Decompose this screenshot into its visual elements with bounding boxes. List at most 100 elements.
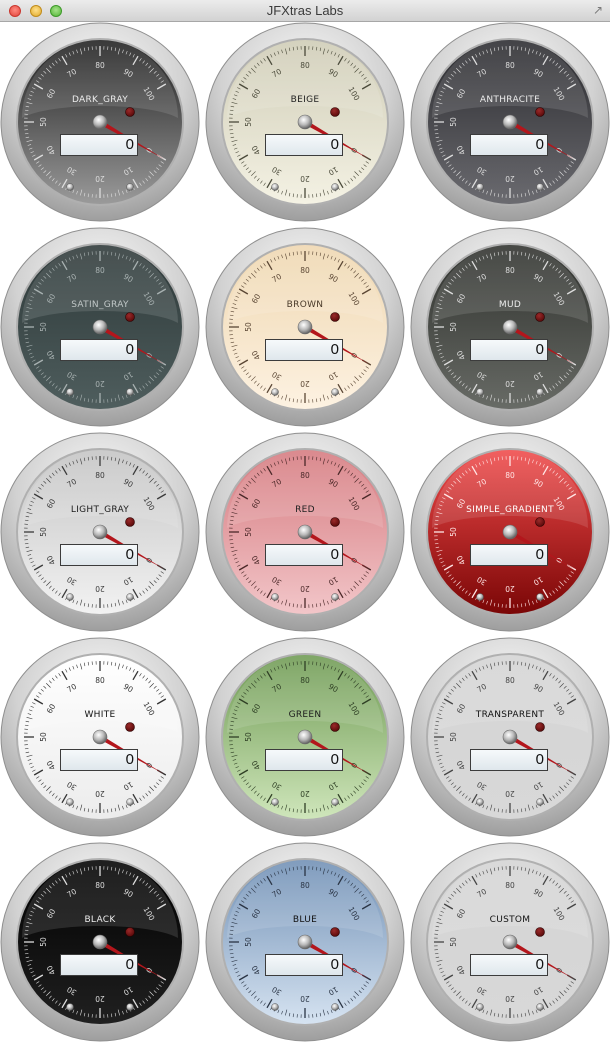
led-indicator bbox=[330, 722, 340, 732]
gauge-grid: 0102030405060708090100 DARK_GRAY 0 01020304… bbox=[0, 22, 610, 1046]
tick-label: 80 bbox=[95, 471, 105, 480]
tick-label: 20 bbox=[505, 379, 515, 388]
gauge-blue: 0102030405060708090100BLUE0 bbox=[205, 842, 405, 1042]
screw-icon bbox=[126, 1003, 134, 1011]
tick-label: 20 bbox=[95, 584, 105, 593]
gauge-title: ANTHRACITE bbox=[479, 95, 541, 105]
tick-label: 50 bbox=[39, 527, 48, 537]
screw-icon bbox=[331, 388, 339, 396]
gauge-anthracite: 0102030405060708090100ANTHRACITE0 bbox=[410, 22, 610, 222]
tick-label: 20 bbox=[505, 174, 515, 183]
tick-label: 50 bbox=[244, 937, 253, 947]
tick-label: 80 bbox=[505, 266, 515, 275]
gauge-title: LIGHT_GRAY bbox=[70, 505, 130, 515]
tick-label: 50 bbox=[39, 322, 48, 332]
gauge-title: BROWN bbox=[286, 300, 324, 310]
tick-label: 20 bbox=[300, 584, 310, 593]
lcd-value-display: 0 bbox=[60, 134, 138, 156]
gauge-dial: 0102030405060708090100 bbox=[205, 227, 405, 427]
gauge-mud: 0102030405060708090100MUD0 bbox=[410, 227, 610, 427]
gauge-title: BLACK bbox=[84, 915, 116, 925]
needle-knob bbox=[92, 319, 108, 335]
gauge-title: SATIN_GRAY bbox=[71, 300, 129, 310]
screw-icon bbox=[476, 1003, 484, 1011]
needle-knob bbox=[502, 524, 518, 540]
lcd-value-display: 0 bbox=[60, 339, 138, 361]
gauge-custom: 0102030405060708090100CUSTOM0 bbox=[410, 842, 610, 1042]
gauge-dial: 0102030405060708090100 bbox=[410, 432, 610, 632]
gauge-dark-gray: 0102030405060708090100DARK_GRAY0 bbox=[0, 22, 200, 222]
gauge-dial: 0102030405060708090100 bbox=[0, 22, 200, 222]
gauge-dial: 0102030405060708090100 bbox=[205, 637, 405, 837]
lcd-value-display: 0 bbox=[265, 749, 343, 771]
tick-label: 50 bbox=[244, 117, 253, 127]
fullscreen-icon[interactable]: ↗ bbox=[593, 4, 603, 16]
gauge-dial: 0102030405060708090100 bbox=[410, 227, 610, 427]
gauge-beige: 0102030405060708090100BEIGE0 bbox=[205, 22, 405, 222]
tick-label: 20 bbox=[300, 789, 310, 798]
needle-knob bbox=[297, 524, 313, 540]
led-indicator bbox=[125, 722, 135, 732]
lcd-value-display: 0 bbox=[265, 954, 343, 976]
gauge-dial: 0102030405060708090100 bbox=[410, 842, 610, 1042]
tick-label: 20 bbox=[505, 584, 515, 593]
lcd-value-display: 0 bbox=[265, 544, 343, 566]
gauge-title: BLUE bbox=[292, 915, 318, 925]
lcd-value-display: 0 bbox=[60, 544, 138, 566]
led-indicator bbox=[535, 107, 545, 117]
tick-label: 80 bbox=[505, 676, 515, 685]
led-indicator bbox=[330, 107, 340, 117]
screw-icon bbox=[331, 593, 339, 601]
tick-label: 80 bbox=[505, 61, 515, 70]
lcd-value-display: 0 bbox=[60, 749, 138, 771]
tick-label: 80 bbox=[300, 471, 310, 480]
screw-icon bbox=[331, 798, 339, 806]
gauge-red: 0102030405060708090100RED0 bbox=[205, 432, 405, 632]
led-indicator bbox=[125, 107, 135, 117]
tick-label: 20 bbox=[95, 379, 105, 388]
screw-icon bbox=[66, 1003, 74, 1011]
led-indicator bbox=[330, 312, 340, 322]
led-indicator bbox=[125, 927, 135, 937]
screw-icon bbox=[536, 798, 544, 806]
window-titlebar[interactable]: JFXtras Labs ↗ bbox=[0, 0, 610, 22]
tick-label: 20 bbox=[95, 994, 105, 1003]
screw-icon bbox=[66, 183, 74, 191]
needle-knob bbox=[297, 114, 313, 130]
screw-icon bbox=[536, 183, 544, 191]
tick-label: 20 bbox=[505, 789, 515, 798]
tick-label: 80 bbox=[95, 61, 105, 70]
gauge-light-gray: 0102030405060708090100LIGHT_GRAY0 bbox=[0, 432, 200, 632]
needle-knob bbox=[502, 319, 518, 335]
gauge-title: CUSTOM bbox=[489, 915, 531, 925]
tick-label: 50 bbox=[449, 117, 458, 127]
tick-label: 50 bbox=[449, 937, 458, 947]
gauge-brown: 0102030405060708090100BROWN0 bbox=[205, 227, 405, 427]
tick-label: 20 bbox=[505, 994, 515, 1003]
led-indicator bbox=[535, 927, 545, 937]
gauge-title: DARK_GRAY bbox=[71, 95, 129, 105]
screw-icon bbox=[331, 1003, 339, 1011]
tick-label: 80 bbox=[300, 266, 310, 275]
tick-label: 80 bbox=[95, 266, 105, 275]
screw-icon bbox=[476, 798, 484, 806]
needle-knob bbox=[297, 729, 313, 745]
tick-label: 20 bbox=[95, 174, 105, 183]
tick-label: 20 bbox=[300, 994, 310, 1003]
screw-icon bbox=[536, 593, 544, 601]
led-indicator bbox=[330, 517, 340, 527]
gauge-title: SIMPLE_GRADIENT bbox=[466, 505, 554, 515]
gauge-dial: 0102030405060708090100 bbox=[205, 842, 405, 1042]
screw-icon bbox=[271, 1003, 279, 1011]
screw-icon bbox=[66, 798, 74, 806]
gauge-dial: 0102030405060708090100 bbox=[0, 432, 200, 632]
needle-knob bbox=[92, 934, 108, 950]
screw-icon bbox=[476, 388, 484, 396]
gauge-title: BEIGE bbox=[290, 95, 320, 105]
gauge-dial: 0102030405060708090100 bbox=[410, 637, 610, 837]
tick-label: 50 bbox=[244, 732, 253, 742]
gauge-dial: 0102030405060708090100 bbox=[0, 842, 200, 1042]
tick-label: 20 bbox=[300, 174, 310, 183]
needle-knob bbox=[297, 934, 313, 950]
tick-label: 80 bbox=[95, 881, 105, 890]
